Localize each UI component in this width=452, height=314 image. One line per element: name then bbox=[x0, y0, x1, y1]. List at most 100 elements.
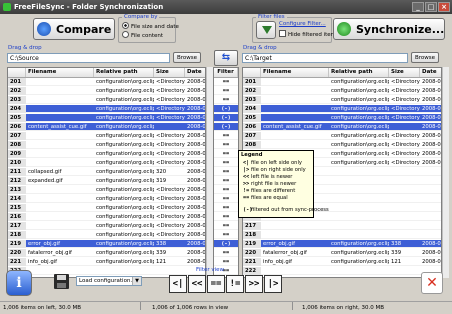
filter-status-row[interactable]: == bbox=[214, 177, 238, 185]
filter-status-row[interactable]: == bbox=[214, 132, 238, 140]
compare-size-date-radio[interactable]: File size and date bbox=[122, 22, 179, 31]
table-row[interactable]: 207 configuration\org.eclips<Directory>20… bbox=[8, 132, 205, 140]
right-scrollbar[interactable] bbox=[442, 67, 449, 278]
table-row[interactable]: 220 fatalerror_obj.gif configuration\org.e… bbox=[243, 249, 441, 257]
right-only-filter-button[interactable]: |> bbox=[264, 275, 282, 293]
filter-status-row[interactable]: == bbox=[214, 258, 238, 266]
filter-status-row[interactable]: == bbox=[214, 78, 238, 86]
left-newer-filter-button[interactable]: << bbox=[188, 275, 206, 293]
table-row[interactable]: 202 configuration\org.eclips<Directory>20… bbox=[243, 87, 441, 95]
filter-status-row[interactable]: (-) bbox=[214, 114, 238, 122]
table-row[interactable]: 211 collapsed.gif configuration\org.eclips… bbox=[8, 168, 205, 176]
table-row[interactable]: 205 configuration\org.eclips<Directory>20… bbox=[8, 114, 205, 122]
table-row[interactable]: 208 configuration\org.eclips<Directory>20… bbox=[8, 141, 205, 149]
right-col-path[interactable]: Relative path bbox=[329, 68, 389, 77]
table-row[interactable]: 202 configuration\org.eclips<Directory>20… bbox=[8, 87, 205, 95]
table-row[interactable]: 204 configuration\org.eclips<Directory>20… bbox=[243, 105, 441, 113]
close-button[interactable]: × bbox=[438, 2, 450, 12]
table-row[interactable]: 207 configuration\org.eclips<Directory>20… bbox=[243, 132, 441, 140]
right-drag-drop-label: Drag & drop bbox=[243, 45, 277, 51]
exit-button[interactable]: ✕ bbox=[421, 272, 443, 294]
table-row[interactable]: 215 configuration\org.eclips<Directory>20… bbox=[8, 204, 205, 212]
filter-status-row[interactable]: (-) bbox=[214, 105, 238, 113]
filter-button[interactable] bbox=[256, 21, 276, 39]
compare-button[interactable]: Compare bbox=[33, 18, 115, 40]
save-config-button[interactable] bbox=[52, 272, 72, 292]
table-row[interactable]: 221 info_obj.gif configuration\org.eclips 1… bbox=[8, 258, 205, 266]
filter-status-row[interactable]: == bbox=[214, 96, 238, 104]
about-button[interactable]: i bbox=[6, 270, 32, 296]
left-scrollbar[interactable] bbox=[206, 67, 213, 278]
left-folder-input[interactable]: C:\Source bbox=[7, 53, 170, 63]
table-row[interactable]: 205 configuration\org.eclips<Directory>20… bbox=[243, 114, 441, 122]
table-row[interactable]: 208 configuration\org.eclips<Directory>20… bbox=[243, 141, 441, 149]
filter-status-row[interactable]: == bbox=[214, 195, 238, 203]
hide-filtered-checkbox[interactable]: Hide filtered items bbox=[279, 30, 339, 39]
relative-path-cell bbox=[94, 267, 154, 275]
left-col-date[interactable]: Date bbox=[185, 68, 205, 77]
table-row[interactable]: 213 configuration\org.eclips<Directory>20… bbox=[8, 186, 205, 194]
table-row[interactable]: 214 configuration\org.eclips<Directory>20… bbox=[8, 195, 205, 203]
table-row[interactable]: 216 configuration\org.eclips<Directory>20… bbox=[8, 213, 205, 221]
filter-status-row[interactable]: == bbox=[214, 213, 238, 221]
filter-status-row[interactable]: == bbox=[214, 168, 238, 176]
table-row[interactable]: 218 configuration\org.eclips<Directory>20… bbox=[8, 231, 205, 239]
right-newer-filter-button[interactable]: >> bbox=[245, 275, 263, 293]
load-config-select[interactable]: Load configuration... ▼ bbox=[76, 276, 142, 286]
right-col-date[interactable]: Date bbox=[420, 68, 441, 77]
filter-status-row[interactable]: == bbox=[214, 222, 238, 230]
swap-sides-button[interactable]: ⇆ bbox=[214, 50, 238, 66]
filter-status-row[interactable]: == bbox=[214, 150, 238, 158]
filter-status-row[interactable]: == bbox=[214, 159, 238, 167]
table-row[interactable]: 219 error_obj.gif configuration\org.eclips… bbox=[243, 240, 441, 248]
table-row[interactable]: 201 configuration\org.eclips<Directory>20… bbox=[8, 78, 205, 86]
table-row[interactable]: 222 bbox=[8, 267, 205, 275]
table-row[interactable]: 204 configuration\org.eclips<Directory>20… bbox=[8, 105, 205, 113]
table-row[interactable]: 212 expanded.gif configuration\org.eclips 3… bbox=[8, 177, 205, 185]
left-file-grid[interactable]: Filename Relative path Size Date 201 conf… bbox=[7, 67, 206, 278]
right-col-size[interactable]: Size bbox=[389, 68, 420, 77]
filter-status-row[interactable]: == bbox=[214, 87, 238, 95]
filter-status-row[interactable]: == bbox=[214, 231, 238, 239]
minimize-button[interactable]: _ bbox=[412, 2, 424, 12]
table-row[interactable]: 219 error_obj.gif configuration\org.eclips… bbox=[8, 240, 205, 248]
different-filter-button[interactable]: != bbox=[226, 275, 244, 293]
right-col-filename[interactable]: Filename bbox=[261, 68, 329, 77]
right-folder-input[interactable]: C:\Target bbox=[242, 53, 408, 63]
filter-status-row[interactable]: == bbox=[214, 249, 238, 257]
table-row[interactable]: 210 configuration\org.eclips<Directory>20… bbox=[8, 159, 205, 167]
equal-filter-button[interactable]: == bbox=[207, 275, 225, 293]
filter-status-row[interactable]: == bbox=[214, 186, 238, 194]
relative-path-cell: configuration\org.eclips bbox=[96, 187, 154, 193]
table-row[interactable]: 206 content_assist_cue.gif configuration\o… bbox=[8, 123, 205, 131]
maximize-button[interactable]: □ bbox=[425, 2, 437, 12]
table-row[interactable]: 217 configuration\org.eclips<Directory>20… bbox=[8, 222, 205, 230]
configure-filter-link[interactable]: Configure Filter... bbox=[279, 21, 326, 27]
filter-column-header: Filter bbox=[214, 68, 238, 78]
filter-status-row[interactable]: (-) bbox=[214, 240, 238, 248]
filter-status-row[interactable]: == bbox=[214, 141, 238, 149]
table-row[interactable]: 209 configuration\org.eclips<Directory>20… bbox=[8, 150, 205, 158]
left-col-num[interactable] bbox=[8, 68, 26, 77]
right-browse-button[interactable]: Browse bbox=[411, 52, 439, 63]
filter-column-grid[interactable]: Filter == == == (-) (-) (-) == == == == == == == == ==… bbox=[213, 67, 239, 278]
left-col-path[interactable]: Relative path bbox=[94, 68, 154, 77]
table-row[interactable]: 221 info_obj.gif configuration\org.eclips 1… bbox=[243, 258, 441, 266]
table-row[interactable]: 218 bbox=[243, 231, 441, 239]
table-row[interactable]: 206 content_assist_cue.gif configuration\o… bbox=[243, 123, 441, 131]
left-col-size[interactable]: Size bbox=[154, 68, 185, 77]
table-row[interactable]: 203 configuration\org.eclips<Directory>20… bbox=[243, 96, 441, 104]
synchronize-button[interactable]: Synchronize... bbox=[333, 18, 445, 40]
table-row[interactable]: 201 configuration\org.eclips<Directory>20… bbox=[243, 78, 441, 86]
table-row[interactable]: 220 fatalerror_obj.gif configuration\org.e… bbox=[8, 249, 205, 257]
left-col-filename[interactable]: Filename bbox=[26, 68, 94, 77]
table-row[interactable]: 217 bbox=[243, 222, 441, 230]
left-only-filter-button[interactable]: <| bbox=[169, 275, 187, 293]
right-col-num[interactable] bbox=[243, 68, 261, 77]
table-row[interactable]: 222 bbox=[243, 267, 441, 275]
filter-status-row[interactable]: (-) bbox=[214, 123, 238, 131]
left-browse-button[interactable]: Browse bbox=[173, 52, 201, 63]
compare-content-radio[interactable]: File content bbox=[122, 31, 163, 40]
table-row[interactable]: 203 configuration\org.eclips<Directory>20… bbox=[8, 96, 205, 104]
filter-status-row[interactable]: == bbox=[214, 204, 238, 212]
